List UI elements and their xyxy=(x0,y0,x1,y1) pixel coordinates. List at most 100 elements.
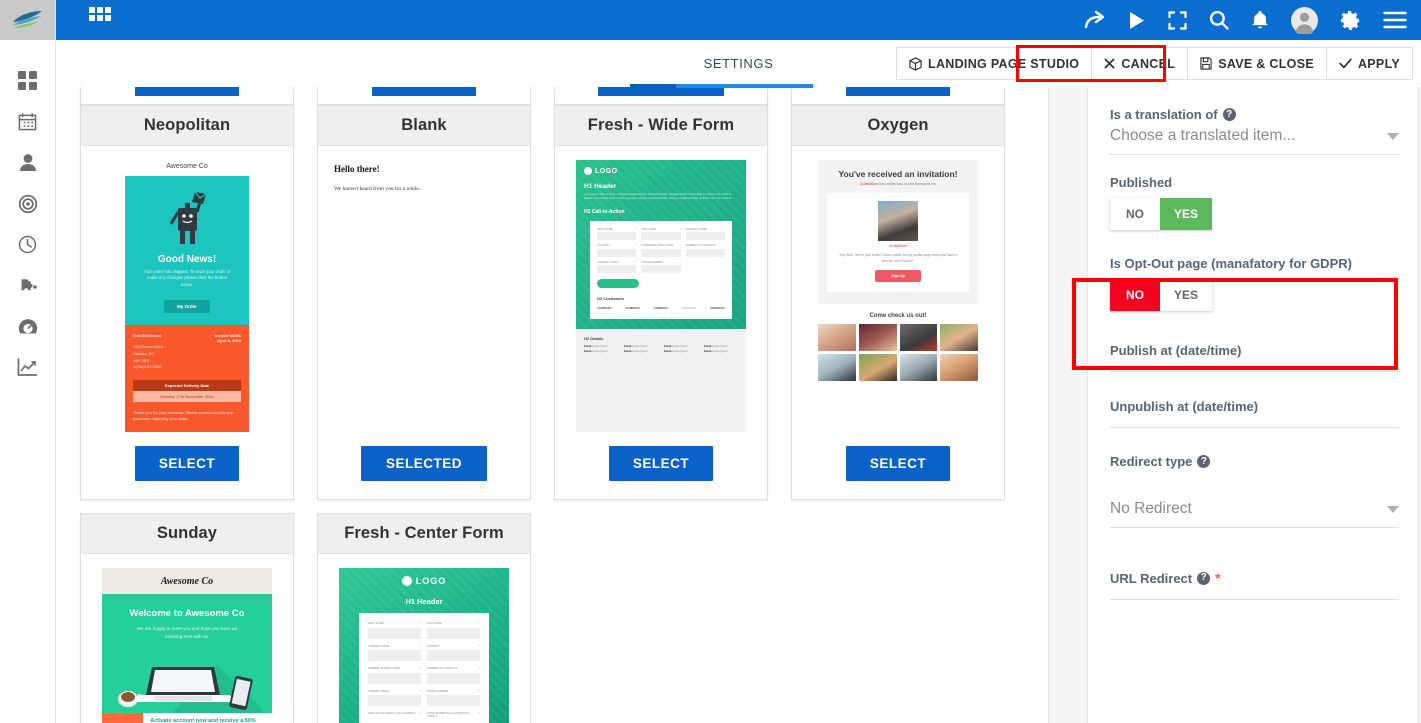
select-button-neopolitan[interactable]: SELECT xyxy=(135,446,239,482)
apps-launcher[interactable] xyxy=(56,6,111,34)
select-button-oxygen[interactable]: SELECT xyxy=(846,446,950,482)
template-card-sunday[interactable]: Sunday Awesome Co Welcome to Awesome Co … xyxy=(80,513,294,723)
top-bar-actions xyxy=(1084,6,1421,34)
form-input[interactable] xyxy=(368,672,421,684)
gallery-thumbnail xyxy=(940,324,978,352)
form-input[interactable] xyxy=(427,672,480,684)
search-icon[interactable] xyxy=(1209,10,1229,30)
top-navigation-bar xyxy=(56,0,1421,40)
form-input[interactable] xyxy=(597,265,637,274)
template-card-neopolitan[interactable]: Neopolitan Awesome Co Good News! Your or… xyxy=(80,105,294,501)
panel-scrollbar[interactable] xyxy=(1417,87,1421,723)
template-card-fresh-wide-form[interactable]: Fresh - Wide Form LOGO H1 Header Lorem i… xyxy=(554,105,768,501)
fullscreen-icon[interactable] xyxy=(1168,10,1187,30)
select-button-blank[interactable]: SELECTED xyxy=(361,446,487,482)
template-card-fresh-center-form[interactable]: Fresh - Center Form LOGO H1 Header FIRST… xyxy=(317,513,531,723)
sidebar-item-reports[interactable] xyxy=(0,347,55,388)
optout-no-button[interactable]: NO xyxy=(1110,279,1160,311)
share-arrow-icon[interactable] xyxy=(1084,10,1106,30)
field-label: NUMBER OF CONTACTS xyxy=(427,667,458,671)
save-and-close-button[interactable]: SAVE & CLOSE xyxy=(1188,47,1327,80)
neopolitan-customer: Bob Dickinson xyxy=(133,333,162,339)
cancel-button[interactable]: CANCEL xyxy=(1092,47,1189,80)
template-card-partial[interactable] xyxy=(554,87,768,105)
landing-page-studio-label: LANDING PAGE STUDIO xyxy=(928,56,1080,71)
form-input[interactable] xyxy=(685,232,725,241)
field-label: FIRST NAME xyxy=(368,622,384,626)
clock-icon xyxy=(18,235,37,254)
fresh-wide-form: FIRST NAME * LAST NAME * COMPANY NAME * COU… xyxy=(590,220,732,320)
unpublish-at-input[interactable] xyxy=(1110,414,1399,428)
gear-icon[interactable] xyxy=(1340,10,1361,31)
app-logo[interactable] xyxy=(0,0,55,40)
help-icon[interactable]: ? xyxy=(1197,455,1211,468)
form-input[interactable] xyxy=(641,248,681,257)
sidebar-item-calendar[interactable] xyxy=(0,101,55,142)
published-yes-button[interactable]: YES xyxy=(1160,198,1213,230)
publish-at-label: Publish at (date/time) xyxy=(1110,343,1242,358)
select-button-fresh-wide-form[interactable]: SELECT xyxy=(609,446,713,482)
unpublish-at-label: Unpublish at (date/time) xyxy=(1110,399,1259,414)
detail-value: Lorem ipsum xyxy=(592,350,608,354)
form-input[interactable] xyxy=(368,627,421,639)
left-sidebar xyxy=(0,0,56,723)
sidebar-item-contacts[interactable] xyxy=(0,142,55,183)
template-card-oxygen[interactable]: Oxygen You've received an invitation! @J… xyxy=(791,105,1005,501)
dashboard-grid-icon xyxy=(18,71,37,90)
form-input[interactable] xyxy=(685,248,725,257)
select-button-partial[interactable] xyxy=(846,87,950,96)
detail-label: Detail xyxy=(584,345,592,349)
sidebar-item-campaigns[interactable] xyxy=(0,183,55,224)
url-redirect-input[interactable] xyxy=(1110,586,1399,600)
settings-panel: Is a translation of ? Choose a translate… xyxy=(1088,87,1421,723)
form-input[interactable] xyxy=(368,694,421,706)
cancel-label: CANCEL xyxy=(1121,56,1176,71)
template-card-partial[interactable] xyxy=(791,87,1005,105)
published-toggle: NO YES xyxy=(1110,198,1213,230)
detail-value: Lorem ipsum xyxy=(672,345,688,349)
is-translation-of-label: Is a translation of xyxy=(1110,107,1218,122)
redirect-type-select[interactable]: No Redirect xyxy=(1110,495,1399,528)
help-icon[interactable]: ? xyxy=(1197,571,1211,585)
sidebar-item-integrations[interactable] xyxy=(0,265,55,306)
form-input[interactable] xyxy=(641,265,681,274)
sidebar-item-history[interactable] xyxy=(0,224,55,265)
publish-at-input[interactable] xyxy=(1110,358,1399,372)
form-input[interactable] xyxy=(427,627,480,639)
template-title: Fresh - Wide Form xyxy=(555,106,767,146)
select-button-partial[interactable] xyxy=(598,87,724,96)
bell-icon[interactable] xyxy=(1251,10,1269,30)
neopolitan-footer: Thank you for your business. Please cont… xyxy=(133,409,233,422)
play-icon[interactable] xyxy=(1128,11,1146,30)
sidebar-item-performance[interactable] xyxy=(0,306,55,347)
template-card-partial[interactable] xyxy=(80,87,294,105)
template-gallery: Neopolitan Awesome Co Good News! Your or… xyxy=(56,87,1048,723)
hamburger-menu-icon[interactable] xyxy=(1383,11,1407,29)
form-input[interactable] xyxy=(427,650,480,662)
oxygen-signup-button[interactable]: Sign Up xyxy=(875,270,921,283)
optout-yes-button[interactable]: YES xyxy=(1160,279,1213,311)
oxygen-profile-handle: @JaneDoe xyxy=(889,244,907,248)
form-input[interactable] xyxy=(641,232,681,241)
landing-page-studio-button[interactable]: LANDING PAGE STUDIO xyxy=(896,47,1093,80)
published-label: Published xyxy=(1110,175,1173,190)
template-preview: Hello there! We haven't heard from you f… xyxy=(318,146,530,432)
published-no-button[interactable]: NO xyxy=(1110,198,1160,230)
form-submit-button[interactable] xyxy=(597,279,639,289)
select-button-partial[interactable] xyxy=(135,87,239,96)
help-icon[interactable]: ? xyxy=(1222,108,1236,121)
avatar[interactable] xyxy=(1291,6,1318,34)
sidebar-item-dashboard[interactable] xyxy=(0,60,55,101)
fresh-wide-h2-details: H2 Details xyxy=(584,336,604,342)
template-card-partial[interactable] xyxy=(317,87,531,105)
apply-button[interactable]: APPLY xyxy=(1326,47,1413,80)
form-input[interactable] xyxy=(427,694,480,706)
optout-toggle: NO YES xyxy=(1110,279,1213,311)
select-button-partial[interactable] xyxy=(372,87,476,96)
form-input[interactable] xyxy=(597,248,637,257)
fresh-wide-logo: LOGO xyxy=(595,167,618,175)
form-input[interactable] xyxy=(597,232,637,241)
form-input[interactable] xyxy=(368,650,421,662)
is-translation-of-select[interactable]: Choose a translated item... xyxy=(1110,122,1399,155)
template-card-blank[interactable]: Blank Hello there! We haven't heard from… xyxy=(317,105,531,501)
